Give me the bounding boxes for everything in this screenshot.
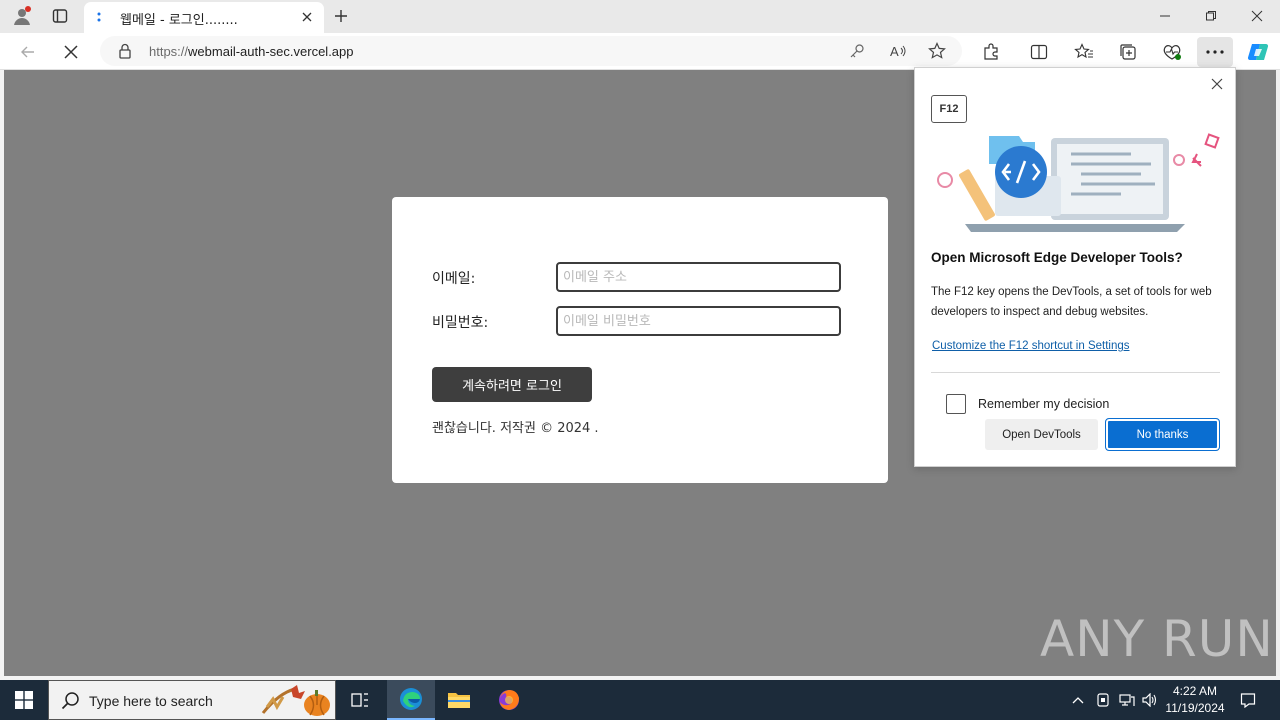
loading-icon (97, 12, 101, 22)
address-bar[interactable]: https://webmail-auth-sec.vercel.app A (100, 36, 962, 66)
active-tab[interactable]: 웹메일 - 로그인........ (84, 2, 324, 33)
f12-key-icon: F12 (931, 95, 967, 123)
clock-date: 11/19/2024 (1165, 701, 1225, 715)
clock-time: 4:22 AM (1172, 684, 1218, 698)
new-tab-icon[interactable] (330, 5, 352, 27)
navigation-bar: https://webmail-auth-sec.vercel.app A (0, 33, 1280, 70)
autumn-leaves-icon (261, 685, 330, 716)
dialog-description: The F12 key opens the DevTools, a set of… (931, 286, 1212, 318)
login-button[interactable]: 계속하려면 로그인 (432, 367, 592, 402)
tab-actions-icon[interactable] (47, 4, 73, 28)
taskbar-search-box[interactable]: Type here to search (48, 680, 336, 720)
dialog-title: Open Microsoft Edge Developer Tools? (931, 250, 1183, 265)
copilot-icon[interactable] (1245, 39, 1271, 65)
url-text[interactable]: https://webmail-auth-sec.vercel.app (149, 44, 354, 59)
title-bar: 웹메일 - 로그인........ (0, 0, 1280, 33)
password-label: 비밀번호: (432, 315, 489, 331)
task-view-icon[interactable] (336, 680, 384, 720)
close-window-icon[interactable] (1246, 5, 1268, 27)
close-icon[interactable] (1207, 74, 1227, 94)
key-icon[interactable] (847, 41, 867, 61)
email-label: 이메일: (432, 271, 476, 287)
network-icon[interactable] (1117, 680, 1137, 720)
close-tab-icon[interactable] (298, 8, 316, 26)
favorite-star-icon[interactable] (927, 41, 947, 61)
remember-decision-checkbox[interactable] (946, 394, 966, 414)
lock-icon[interactable] (115, 41, 135, 61)
open-devtools-button[interactable]: Open DevTools (985, 419, 1098, 450)
search-placeholder: Type here to search (89, 693, 213, 709)
file-explorer-icon[interactable] (435, 680, 483, 720)
notifications-icon[interactable] (1236, 680, 1260, 720)
scrollbar[interactable] (1276, 70, 1280, 676)
copyright-text: 괜찮습니다. 저작권 © 2024 . (432, 421, 599, 436)
watermark-logo: ANY RUN (1040, 610, 1274, 668)
settings-more-icon[interactable] (1197, 37, 1233, 67)
stop-loading-icon[interactable] (58, 39, 84, 65)
devtools-prompt-dialog: F12 Open Microsoft Edge Developer Tools?… (914, 67, 1236, 467)
search-icon (61, 692, 79, 710)
favorites-icon[interactable] (1071, 39, 1097, 65)
back-icon[interactable] (15, 39, 41, 65)
windows-start-icon[interactable] (0, 680, 48, 720)
system-clock[interactable]: 4:22 AM 11/19/2024 (1160, 683, 1230, 717)
taskbar: Type here to search 4:22 AM 11/19/2024 (0, 680, 1280, 720)
login-card: 이메일: 비밀번호: 계속하려면 로그인 괜찮습니다. 저작권 © 2024 . (392, 197, 888, 483)
edge-taskbar-icon[interactable] (387, 680, 435, 720)
split-screen-icon[interactable] (1026, 39, 1052, 65)
collections-icon[interactable] (1115, 39, 1141, 65)
extensions-icon[interactable] (978, 39, 1004, 65)
divider (931, 372, 1220, 373)
svg-text:A: A (890, 44, 899, 59)
no-thanks-button[interactable]: No thanks (1105, 418, 1220, 451)
restore-icon[interactable] (1200, 5, 1222, 27)
devtools-illustration (937, 133, 1220, 232)
read-aloud-icon[interactable]: A (888, 41, 908, 61)
volume-icon[interactable] (1140, 680, 1160, 720)
tray-overflow-icon[interactable] (1068, 680, 1088, 720)
password-input[interactable] (556, 306, 841, 336)
firefox-icon[interactable] (485, 680, 533, 720)
browser-essentials-icon[interactable] (1159, 39, 1185, 65)
profile-icon[interactable] (9, 4, 35, 28)
device-icon[interactable] (1093, 680, 1113, 720)
customize-shortcut-link[interactable]: Customize the F12 shortcut in Settings (932, 340, 1130, 352)
minimize-icon[interactable] (1154, 5, 1176, 27)
tab-title: 웹메일 - 로그인........ (120, 13, 238, 28)
remember-decision-label: Remember my decision (978, 397, 1110, 411)
email-input[interactable] (556, 262, 841, 292)
